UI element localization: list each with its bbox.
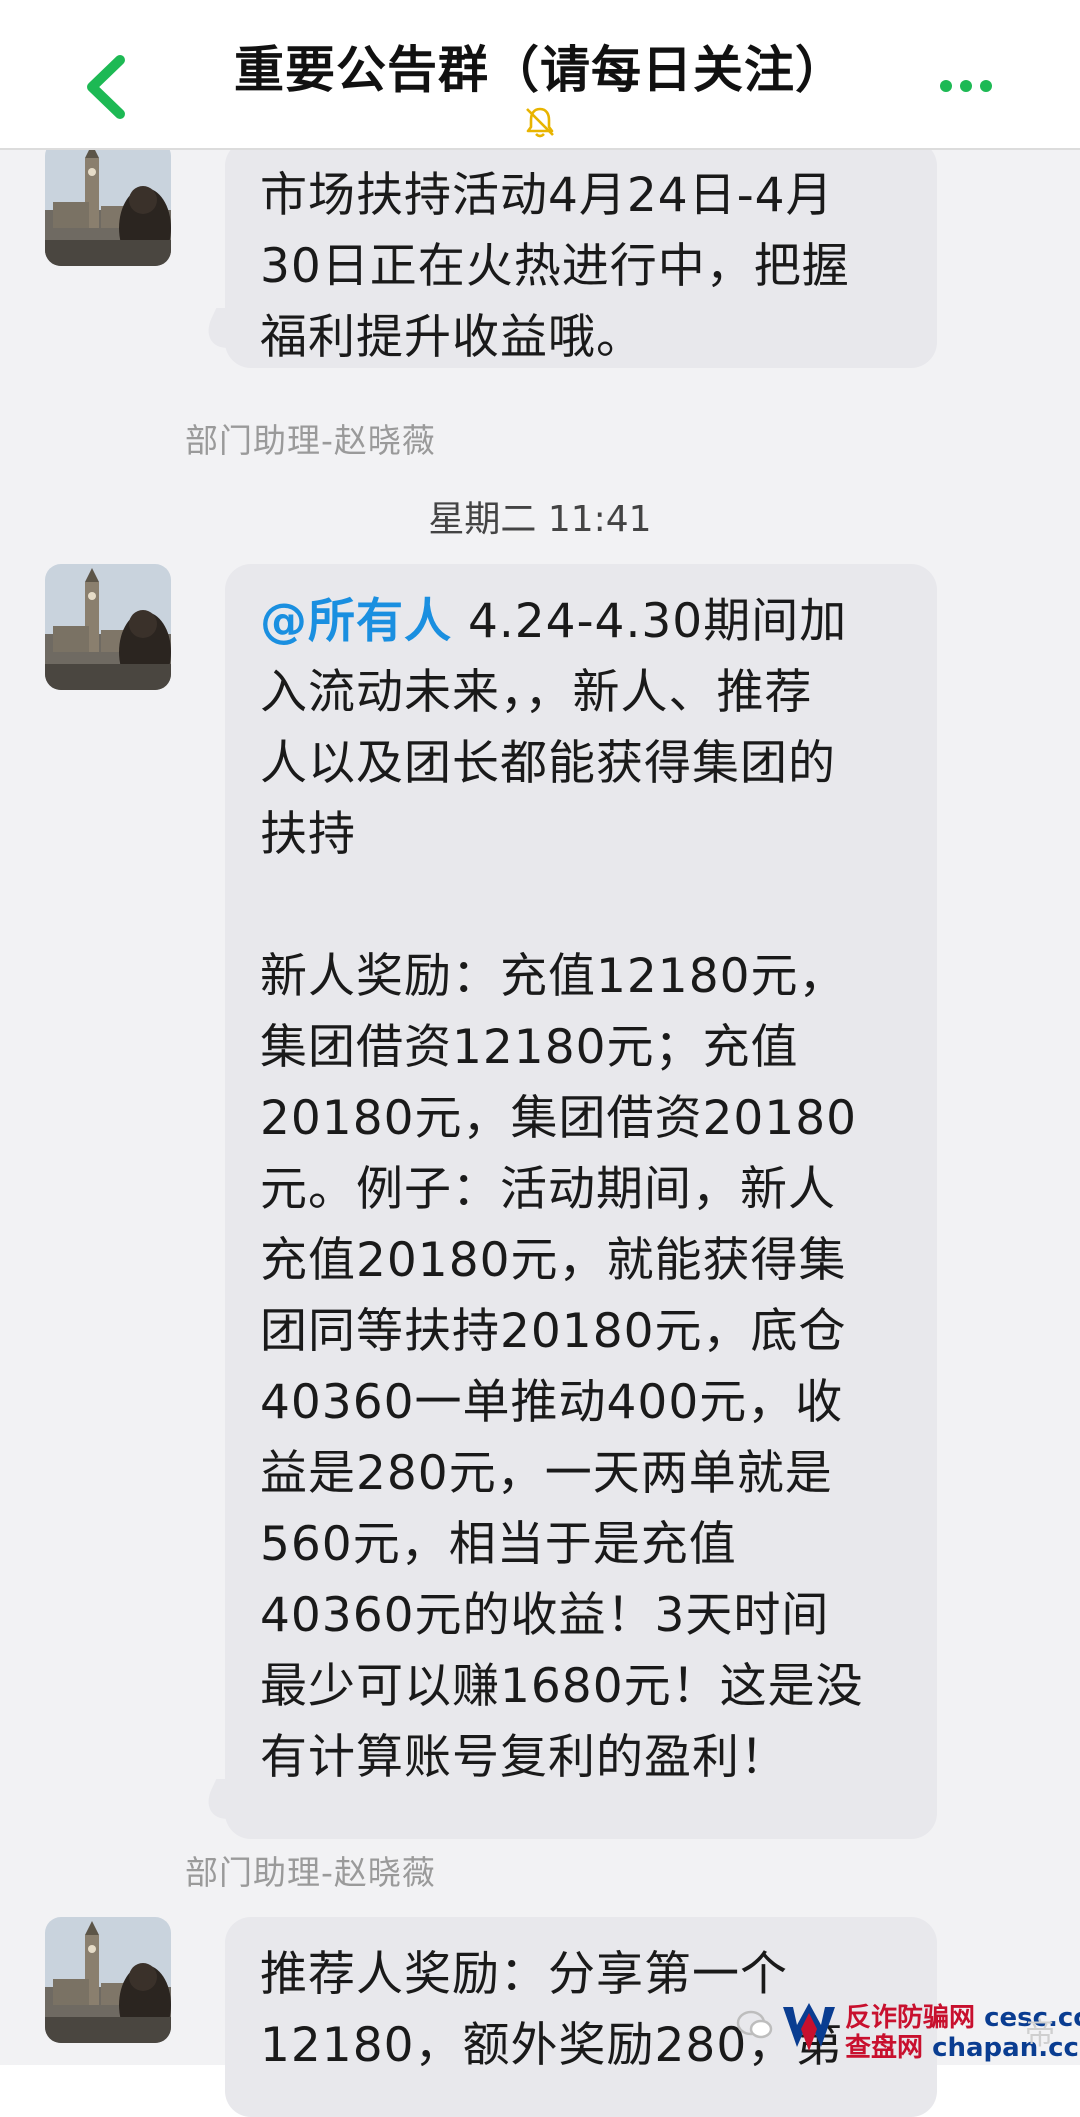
more-dots-icon xyxy=(940,80,952,92)
bubble-tail xyxy=(197,308,257,348)
avatar-photo-big-ben[interactable] xyxy=(45,140,171,266)
avatar-photo-big-ben[interactable] xyxy=(45,1917,171,2043)
message-line: 市场扶持活动4月24日-4月 xyxy=(260,168,834,223)
message-line: 最少可以赚1680元！这是没 xyxy=(260,1659,864,1714)
message-line: 560元，相当于是充值 xyxy=(260,1517,737,1572)
message-line: 集团借资12180元；充值 xyxy=(260,1020,799,1075)
message-line: 有计算账号复利的盈利！ xyxy=(260,1730,788,1785)
message-line: 益是280元，一天两单就是 xyxy=(260,1446,833,1501)
message-line: 扶持 xyxy=(260,807,356,862)
sender-name: 部门助理-赵晓薇 xyxy=(185,1853,436,1892)
message-line: 元。例子：活动期间，新人 xyxy=(260,1162,836,1217)
message-blank-line xyxy=(260,870,907,941)
message-line: 20180元，集团借资20180 xyxy=(260,1091,858,1146)
bell-mute-icon xyxy=(526,107,554,138)
bubble-tail xyxy=(197,1779,257,1819)
message-line: 40360元的收益！3天时间 xyxy=(260,1588,830,1643)
message-line: 入流动未来，，新人、推荐 xyxy=(260,665,813,720)
watermark: 反诈防骗网 cesc.cc 查盘网 chapan.cc 帝 xyxy=(735,1995,1080,2063)
chat-area[interactable]: 市场扶持活动4月24日-4月 30日正在火热进行中，把握 福利提升收益哦。 部门… xyxy=(0,140,1080,2117)
message-line: 团同等扶持20180元，底仓 xyxy=(260,1304,847,1359)
top-bar: 重要公告群（请每日关注） xyxy=(0,0,1080,150)
message-line: 30日正在火热进行中，把握 xyxy=(260,239,850,294)
mention-all[interactable]: @所有人 xyxy=(260,594,452,649)
more-dots-icon xyxy=(980,80,992,92)
wechat-icon xyxy=(736,2010,773,2039)
message-line: @所有人 4.24-4.30期间加 xyxy=(260,586,907,657)
message-line: 人以及团长都能获得集团的 xyxy=(260,736,836,791)
message-bubble[interactable]: 市场扶持活动4月24日-4月 30日正在火热进行中，把握 福利提升收益哦。 xyxy=(197,140,937,368)
message-line: 福利提升收益哦。 xyxy=(260,310,644,365)
more-options-button[interactable] xyxy=(940,72,996,102)
message-line: 充值20180元，就能获得集 xyxy=(260,1233,847,1288)
message-line: 新人奖励：充值12180元， xyxy=(260,949,847,1004)
watermark-faint-text: 帝 xyxy=(1025,2017,1055,2052)
message-bubble[interactable]: @所有人 4.24-4.30期间加 入流动未来，，新人、推荐 人以及团长都能获得… xyxy=(197,564,937,1839)
sender-name: 部门助理-赵晓薇 xyxy=(185,421,436,460)
avatar-photo-big-ben[interactable] xyxy=(45,564,171,690)
message-line: 40360一单推动400元，收 xyxy=(260,1375,844,1430)
message-line-text: 4.24-4.30期间加 xyxy=(452,594,848,649)
chat-title: 重要公告群（请每日关注） xyxy=(234,41,846,99)
anti-fraud-logo-icon xyxy=(783,2003,835,2051)
more-dots-icon xyxy=(960,80,972,92)
timestamp: 星期二 11:41 xyxy=(428,499,652,540)
